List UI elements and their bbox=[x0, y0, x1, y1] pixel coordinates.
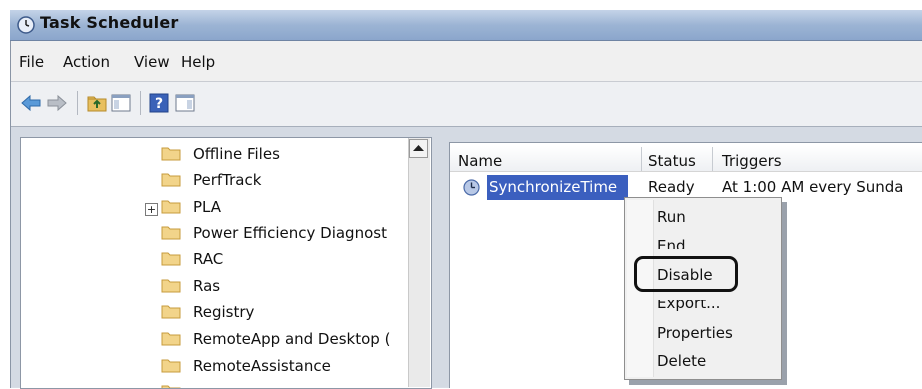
column-header-status[interactable]: Status bbox=[648, 152, 696, 170]
forward-arrow-icon[interactable] bbox=[46, 92, 68, 114]
menu-item-properties[interactable]: Properties bbox=[657, 324, 733, 342]
folder-icon bbox=[161, 359, 181, 373]
tree-expander-plus-icon[interactable]: + bbox=[145, 203, 158, 216]
back-arrow-icon[interactable] bbox=[20, 92, 42, 114]
tree-item-label: Power Efficiency Diagnost bbox=[193, 224, 387, 242]
folder-icon bbox=[161, 173, 181, 187]
tree-item-label: PLA bbox=[193, 198, 222, 216]
window-title: Task Scheduler bbox=[40, 13, 179, 32]
folder-icon bbox=[161, 226, 181, 240]
toolbar-separator bbox=[77, 91, 78, 115]
tree-item-label: RemoteAssistance bbox=[193, 357, 331, 375]
menu-item-end[interactable]: End bbox=[657, 237, 686, 249]
scheduled-task-clock-icon bbox=[463, 179, 480, 196]
column-header-name[interactable]: Name bbox=[458, 152, 502, 170]
task-scheduler-clock-icon bbox=[17, 16, 35, 34]
tree-item-label: Ras bbox=[193, 277, 221, 295]
tree-item-label: Offline Files bbox=[193, 145, 280, 163]
tree-item-label: PerfTrack bbox=[193, 171, 262, 189]
column-divider[interactable] bbox=[641, 147, 642, 171]
task-name-cell[interactable]: SynchronizeTime bbox=[489, 178, 617, 196]
task-triggers-cell: At 1:00 AM every Sunda bbox=[722, 178, 904, 196]
show-hide-action-pane-icon[interactable] bbox=[174, 92, 196, 114]
column-divider[interactable] bbox=[712, 147, 713, 171]
menu-view[interactable]: View bbox=[134, 53, 170, 71]
console-tree[interactable]: Offline Files PerfTrack PLA Power Effici… bbox=[20, 137, 432, 389]
folder-icon bbox=[161, 332, 181, 346]
menu-file[interactable]: File bbox=[19, 53, 44, 71]
folder-icon bbox=[161, 200, 181, 214]
show-hide-console-tree-icon[interactable] bbox=[110, 92, 132, 114]
folder-icon bbox=[161, 147, 181, 161]
folder-icon bbox=[161, 252, 181, 266]
help-icon[interactable]: ? bbox=[148, 92, 170, 114]
svg-text:?: ? bbox=[155, 96, 163, 112]
scroll-up-arrow-icon[interactable] bbox=[409, 139, 428, 158]
column-header-triggers[interactable]: Triggers bbox=[722, 152, 782, 170]
menu-item-run[interactable]: Run bbox=[657, 208, 686, 226]
tree-scrollbar[interactable] bbox=[408, 138, 430, 387]
up-folder-icon[interactable] bbox=[86, 92, 108, 114]
menu-help[interactable]: Help bbox=[181, 53, 215, 71]
menu-item-delete[interactable]: Delete bbox=[657, 352, 706, 370]
folder-icon bbox=[161, 305, 181, 319]
tree-item-label: RAC bbox=[193, 250, 224, 268]
folder-icon bbox=[161, 385, 181, 388]
highlight-callout-disable bbox=[634, 256, 738, 292]
toolbar-separator bbox=[140, 91, 141, 115]
folder-icon bbox=[161, 279, 181, 293]
tree-item-label: Registry bbox=[193, 303, 255, 321]
tree-item-label: RemoteApp and Desktop ( bbox=[193, 330, 391, 348]
menu-action[interactable]: Action bbox=[63, 53, 110, 71]
task-status-cell: Ready bbox=[648, 178, 695, 196]
